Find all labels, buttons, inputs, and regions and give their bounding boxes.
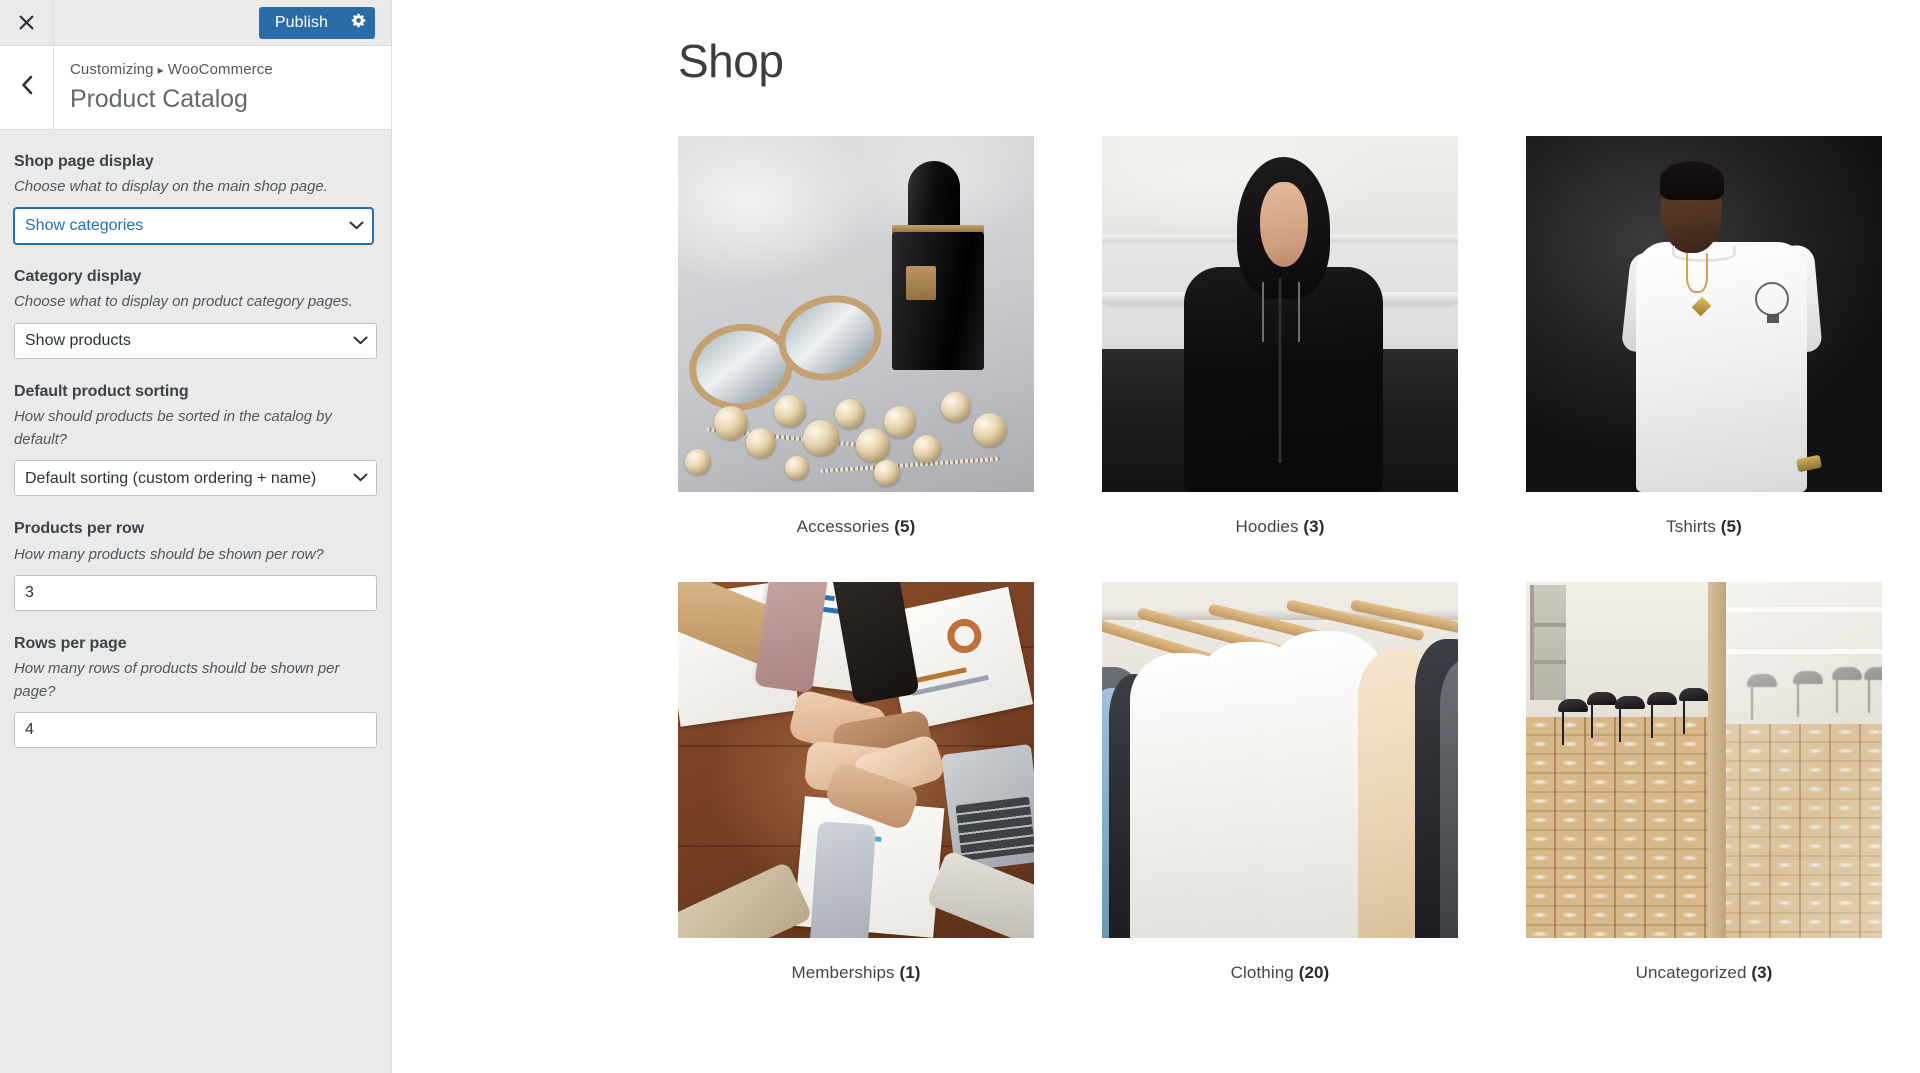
category-card: Uncategorized (3) [1526, 581, 1882, 1028]
close-customizer-button[interactable] [0, 0, 54, 45]
rows-per-page-input[interactable] [14, 712, 377, 749]
publish-group: Publish [258, 6, 375, 39]
category-name: Clothing [1230, 962, 1294, 982]
category-card: Hoodies (3) [1102, 135, 1458, 582]
customizer-sidebar: Publish Customizing ▸ WooCommerce Produc… [0, 0, 392, 1073]
customizer-panel-header: Customizing ▸ WooCommerce Product Catalog [0, 46, 391, 130]
shop-page: Shop Accessories (5) Hoodies (3) Tshirts… [392, 0, 1920, 1028]
category-thumbnail-clothing[interactable] [1102, 581, 1458, 938]
category-card: Clothing (20) [1102, 581, 1458, 1028]
category-name: Tshirts [1666, 516, 1716, 536]
control-description: Choose what to display on the main shop … [14, 178, 328, 196]
control-description: Choose what to display on product catego… [14, 293, 353, 311]
control-label: Rows per page [14, 635, 127, 653]
category-count: (3) [1751, 962, 1773, 982]
category-title-memberships[interactable]: Memberships (1) [678, 963, 1034, 983]
category-thumbnail-uncategorized[interactable] [1526, 581, 1882, 938]
control-products-per-row: Products per row How many products shoul… [14, 518, 377, 612]
default-product-sorting-select[interactable]: Default sorting (custom ordering + name) [14, 460, 377, 497]
breadcrumb-root: Customizing [70, 61, 154, 78]
tshirts-image [1526, 135, 1882, 492]
control-description: How should products be sorted in the cat… [14, 408, 332, 448]
panel-header-text: Customizing ▸ WooCommerce Product Catalog [54, 46, 273, 129]
category-title-hoodies[interactable]: Hoodies (3) [1102, 517, 1458, 537]
breadcrumb-separator: ▸ [157, 63, 164, 77]
customizer-app: Publish Customizing ▸ WooCommerce Produc… [0, 0, 1920, 1073]
category-count: (5) [1720, 516, 1742, 536]
category-title-tshirts[interactable]: Tshirts (5) [1526, 517, 1882, 537]
clothing-image [1102, 581, 1458, 938]
memberships-image [678, 581, 1034, 938]
publish-settings-button[interactable] [341, 7, 375, 39]
control-label: Shop page display [14, 153, 154, 170]
control-rows-per-page: Rows per page How many rows of products … [14, 633, 377, 749]
controls-list: Shop page display Choose what to display… [0, 130, 391, 1073]
category-thumbnail-accessories[interactable] [678, 135, 1034, 492]
customizer-topbar: Publish [0, 0, 391, 46]
category-thumbnail-memberships[interactable] [678, 581, 1034, 938]
category-count: (20) [1298, 962, 1330, 982]
shop-page-display-select[interactable]: Show categories [14, 207, 373, 244]
product-category-grid: Accessories (5) Hoodies (3) Tshirts (5) … [678, 135, 1920, 1028]
category-title-uncategorized[interactable]: Uncategorized (3) [1526, 963, 1882, 983]
control-description: How many rows of products should be show… [14, 660, 340, 700]
gear-icon [350, 12, 367, 34]
category-card: Accessories (5) [678, 135, 1034, 582]
chevron-left-icon [20, 75, 34, 100]
category-name: Hoodies [1235, 516, 1299, 536]
uncategorized-image [1526, 581, 1882, 938]
category-count: (1) [899, 962, 921, 982]
close-icon [17, 13, 36, 32]
category-count: (3) [1303, 516, 1325, 536]
hoodies-image [1102, 135, 1458, 492]
category-count: (5) [894, 516, 916, 536]
control-default-product-sorting: Default product sorting How should produ… [14, 381, 377, 497]
category-title-clothing[interactable]: Clothing (20) [1102, 963, 1458, 983]
page-title: Product Catalog [70, 84, 248, 113]
back-button[interactable] [0, 46, 54, 129]
category-thumbnail-tshirts[interactable] [1526, 135, 1882, 492]
control-label: Default product sorting [14, 382, 189, 400]
category-display-select[interactable]: Show products [14, 322, 377, 359]
select-wrapper: Default sorting (custom ordering + name) [14, 460, 377, 497]
site-preview: Shop Accessories (5) Hoodies (3) Tshirts… [392, 0, 1920, 1073]
select-wrapper: Show products [14, 322, 377, 359]
category-card: Memberships (1) [678, 581, 1034, 1028]
category-thumbnail-hoodies[interactable] [1102, 135, 1458, 492]
category-name: Uncategorized [1635, 962, 1747, 982]
shop-page-heading: Shop [678, 35, 784, 87]
control-shop-page-display: Shop page display Choose what to display… [14, 151, 377, 246]
select-wrapper: Show categories [12, 206, 375, 246]
accessories-image [678, 135, 1034, 492]
publish-button[interactable]: Publish [259, 7, 341, 39]
breadcrumb-section: WooCommerce [167, 61, 273, 78]
control-label: Products per row [14, 520, 144, 538]
breadcrumb: Customizing ▸ WooCommerce [70, 59, 273, 82]
category-name: Memberships [791, 962, 895, 982]
category-title-accessories[interactable]: Accessories (5) [678, 517, 1034, 537]
control-category-display: Category display Choose what to display … [14, 266, 377, 359]
category-card: Tshirts (5) [1526, 135, 1882, 582]
control-label: Category display [14, 267, 142, 285]
products-per-row-input[interactable] [14, 575, 377, 612]
control-description: How many products should be shown per ro… [14, 545, 324, 563]
category-name: Accessories [796, 516, 890, 536]
